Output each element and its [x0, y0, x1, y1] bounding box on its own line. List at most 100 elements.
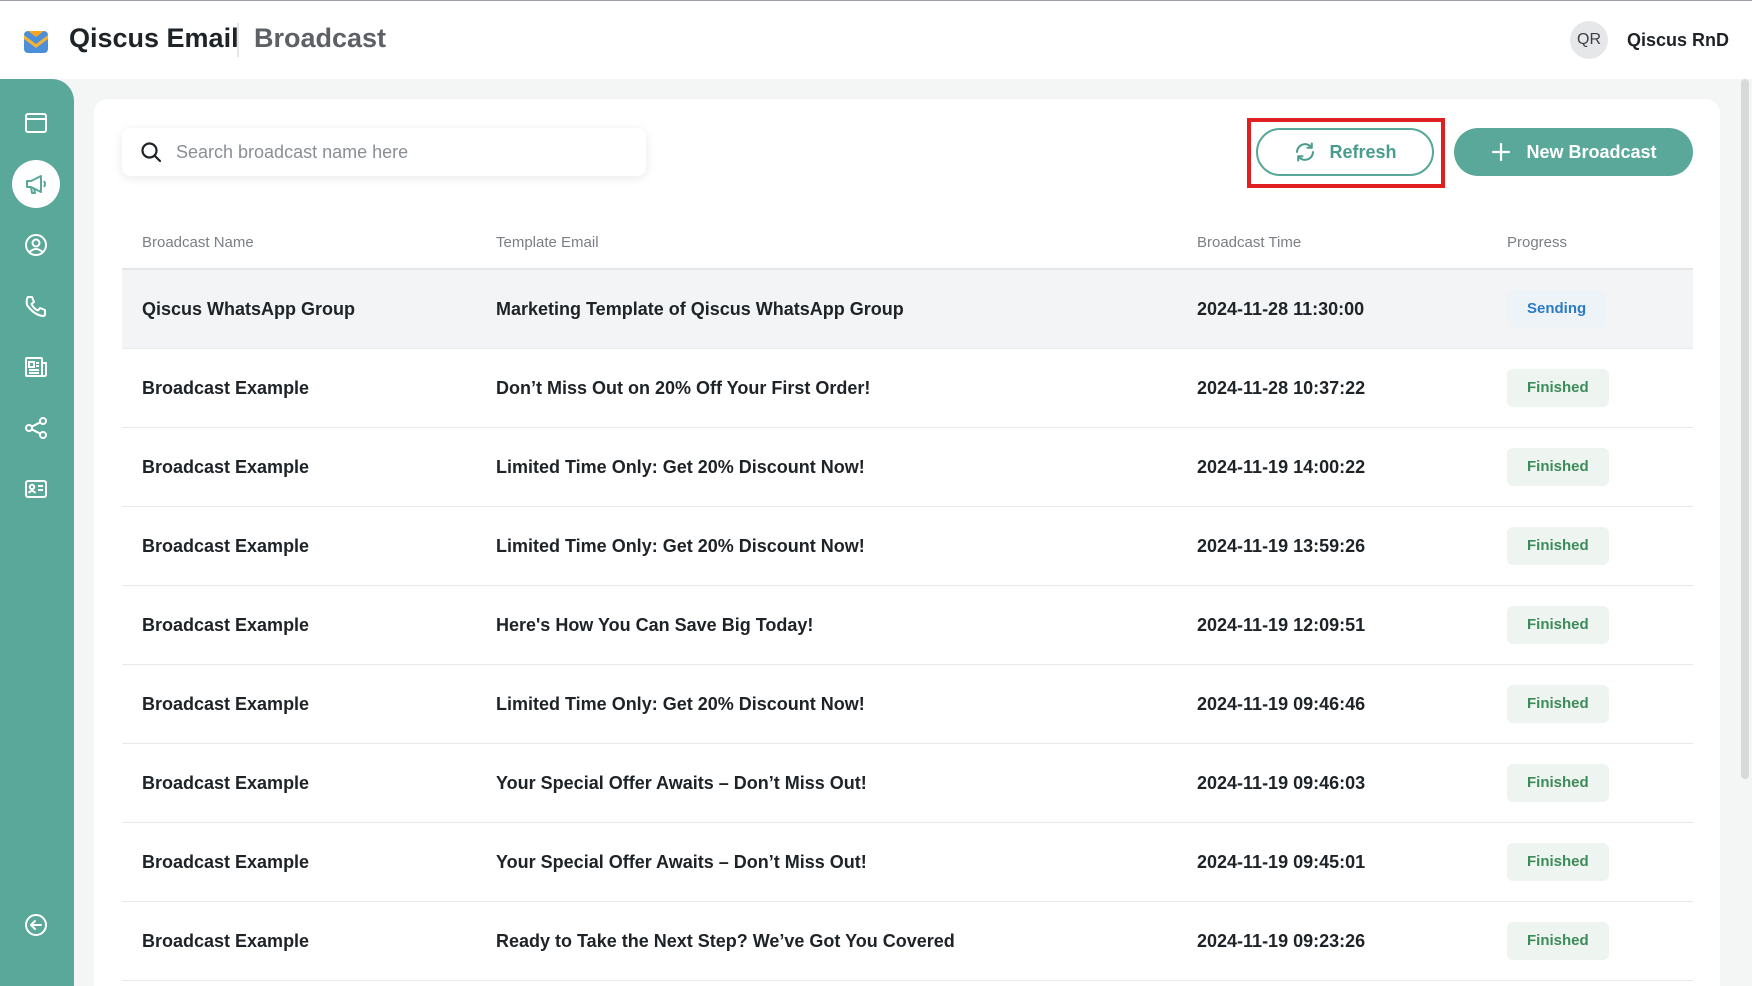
table-row[interactable]: Broadcast Example Your Special Offer Awai… — [122, 823, 1693, 902]
template-email-cell: Your Special Offer Awaits – Don’t Miss O… — [496, 744, 867, 822]
broadcast-time-cell-text: 2024-11-19 12:09:51 — [1197, 614, 1366, 635]
sidebar-collapse-button[interactable] — [12, 901, 60, 949]
id-card-icon — [25, 480, 47, 498]
refresh-icon — [1296, 142, 1315, 162]
broadcast-time-cell-text: 2024-11-19 09:45:01 — [1197, 851, 1366, 872]
search-input[interactable] — [176, 136, 626, 168]
progress-cell: Finished — [1507, 902, 1609, 980]
broadcast-time-cell-text: 2024-11-19 09:23:26 — [1197, 930, 1366, 951]
progress-cell: Finished — [1507, 586, 1609, 664]
share-icon — [25, 417, 47, 439]
template-email-cell: Ready to Take the Next Step? We’ve Got Y… — [496, 902, 955, 980]
top-header: Qiscus Email Broadcast QR Qiscus RnD — [0, 1, 1752, 79]
status-badge: Finished — [1507, 764, 1609, 802]
sidebar-item-templates[interactable] — [12, 343, 60, 391]
arrow-left-circle-icon — [25, 914, 47, 936]
refresh-button[interactable]: Refresh — [1256, 128, 1434, 176]
phone-icon — [25, 296, 46, 317]
column-header-progress[interactable]: Progress — [1507, 234, 1567, 251]
table-row[interactable]: Broadcast Example Limited Time Only: Get … — [122, 428, 1693, 507]
search-box[interactable] — [122, 128, 646, 176]
status-badge: Finished — [1507, 922, 1609, 960]
table-row[interactable]: Broadcast Example Your Special Offer Awai… — [122, 744, 1693, 823]
status-badge: Finished — [1507, 448, 1609, 486]
sidebar — [0, 79, 74, 986]
broadcast-time-cell-text: 2024-11-19 09:46:46 — [1197, 693, 1366, 714]
sidebar-item-dashboard[interactable] — [12, 99, 60, 147]
template-email-cell-text: Limited Time Only: Get 20% Discount Now! — [496, 456, 865, 477]
template-email-cell: Your Special Offer Awaits – Don’t Miss O… — [496, 823, 867, 901]
page-title: Broadcast — [254, 23, 387, 53]
table-row[interactable]: Broadcast Example Ready to Take the Next … — [122, 902, 1693, 981]
table-row[interactable]: Broadcast Example Here's How You Can Save… — [122, 586, 1693, 665]
broadcast-time-cell: 2024-11-19 12:09:51 — [1197, 586, 1365, 664]
sidebar-item-integrations[interactable] — [12, 404, 60, 452]
table-row[interactable]: Qiscus WhatsApp Group Marketing Template … — [122, 270, 1693, 349]
broadcast-name-cell: Qiscus WhatsApp Group — [142, 270, 355, 348]
broadcast-time-cell: 2024-11-19 13:59:26 — [1197, 507, 1365, 585]
sidebar-item-contacts[interactable] — [12, 221, 60, 269]
broadcast-time-cell: 2024-11-19 09:45:01 — [1197, 823, 1365, 901]
template-email-cell-text: Limited Time Only: Get 20% Discount Now! — [496, 693, 865, 714]
status-badge: Finished — [1507, 369, 1609, 407]
progress-cell: Sending — [1507, 270, 1607, 348]
broadcast-time-cell-text: 2024-11-19 09:46:03 — [1197, 772, 1366, 793]
broadcast-name-cell-text: Broadcast Example — [142, 377, 310, 398]
template-email-cell: Don’t Miss Out on 20% Off Your First Ord… — [496, 349, 870, 427]
broadcast-name-cell-text: Qiscus WhatsApp Group — [142, 298, 356, 319]
plus-icon — [1492, 142, 1511, 162]
sidebar-item-broadcast[interactable] — [12, 160, 60, 208]
new-broadcast-button[interactable]: New Broadcast — [1454, 128, 1693, 176]
broadcast-time-cell: 2024-11-19 09:46:03 — [1197, 744, 1365, 822]
newspaper-icon — [25, 357, 47, 377]
broadcast-time-cell: 2024-11-28 11:30:00 — [1197, 270, 1364, 348]
template-email-cell: Marketing Template of Qiscus WhatsApp Gr… — [496, 270, 904, 348]
broadcast-time-cell-text: 2024-11-19 13:59:26 — [1197, 535, 1366, 556]
refresh-button-label: Refresh — [1329, 141, 1397, 162]
table-row[interactable]: Broadcast Example Limited Time Only: Get … — [122, 665, 1693, 744]
progress-cell: Finished — [1507, 507, 1609, 585]
column-header-broadcast-time[interactable]: Broadcast Time — [1197, 234, 1301, 251]
template-email-cell-text: Ready to Take the Next Step? We’ve Got Y… — [496, 930, 955, 951]
broadcast-name-cell-text: Broadcast Example — [142, 693, 310, 714]
broadcast-time-cell: 2024-11-19 14:00:22 — [1197, 428, 1365, 506]
sidebar-item-id-card[interactable] — [12, 465, 60, 513]
column-header-template-email[interactable]: Template Email — [496, 234, 599, 251]
progress-cell: Finished — [1507, 428, 1609, 506]
broadcast-name-cell: Broadcast Example — [142, 744, 309, 822]
broadcast-time-cell-text: 2024-11-28 10:37:22 — [1197, 377, 1366, 398]
broadcast-name-cell-text: Broadcast Example — [142, 535, 310, 556]
broadcast-name-cell: Broadcast Example — [142, 349, 309, 427]
broadcast-name-cell: Broadcast Example — [142, 428, 309, 506]
broadcast-name-cell-text: Broadcast Example — [142, 456, 310, 477]
template-email-cell-text: Your Special Offer Awaits – Don’t Miss O… — [496, 772, 867, 793]
user-circle-icon — [25, 234, 47, 256]
broadcast-time-cell-text: 2024-11-28 11:30:00 — [1197, 298, 1365, 319]
status-badge: Sending — [1507, 290, 1607, 328]
megaphone-icon — [26, 175, 46, 194]
template-email-cell: Here's How You Can Save Big Today! — [496, 586, 813, 664]
scrollbar[interactable] — [1741, 79, 1749, 779]
status-badge: Finished — [1507, 685, 1609, 723]
column-header-broadcast-name[interactable]: Broadcast Name — [142, 234, 254, 251]
status-badge: Finished — [1507, 843, 1609, 881]
broadcast-time-cell-text: 2024-11-19 14:00:22 — [1197, 456, 1366, 477]
new-broadcast-button-label: New Broadcast — [1526, 141, 1657, 162]
broadcast-name-cell: Broadcast Example — [142, 507, 309, 585]
sidebar-item-calls[interactable] — [12, 282, 60, 330]
template-email-cell: Limited Time Only: Get 20% Discount Now! — [496, 507, 865, 585]
template-email-cell-text: Marketing Template of Qiscus WhatsApp Gr… — [496, 298, 904, 319]
table-row[interactable]: Broadcast Example Limited Time Only: Get … — [122, 507, 1693, 586]
user-name[interactable]: Qiscus RnD — [1627, 30, 1729, 51]
progress-cell: Finished — [1507, 744, 1609, 822]
header-divider — [237, 23, 239, 57]
broadcast-name-cell: Broadcast Example — [142, 665, 309, 743]
avatar[interactable]: QR — [1570, 21, 1608, 59]
template-email-cell-text: Here's How You Can Save Big Today! — [496, 614, 814, 635]
status-badge: Finished — [1507, 606, 1609, 644]
table-row[interactable]: Broadcast Example Don’t Miss Out on 20% O… — [122, 349, 1693, 428]
template-email-cell: Limited Time Only: Get 20% Discount Now! — [496, 428, 865, 506]
broadcast-name-cell: Broadcast Example — [142, 823, 309, 901]
status-badge: Finished — [1507, 527, 1609, 565]
broadcast-name-cell-text: Broadcast Example — [142, 851, 310, 872]
